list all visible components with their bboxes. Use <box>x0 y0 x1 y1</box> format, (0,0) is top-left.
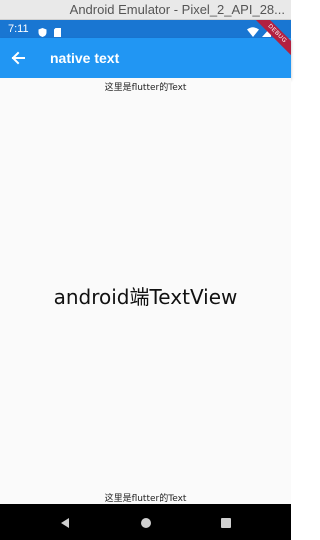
emulator-title-bar: Android Emulator - Pixel_2_API_28... <box>0 0 291 20</box>
emulator-title: Android Emulator - Pixel_2_API_28... <box>69 2 285 17</box>
flutter-text-top: 这里是flutter的Text <box>104 83 187 93</box>
native-text-view: android端TextView <box>53 285 238 309</box>
debug-banner: DEBUG <box>251 20 291 60</box>
shield-icon <box>38 24 47 37</box>
page-title: native text <box>50 50 120 66</box>
debug-banner-label: DEBUG <box>252 20 291 59</box>
content-area: 这里是flutter的Text android端TextView 这里是flut… <box>0 78 291 504</box>
navigation-bar <box>0 504 291 540</box>
back-arrow-icon[interactable] <box>6 46 30 70</box>
nav-home-icon[interactable] <box>139 515 153 529</box>
status-time: 7:11 <box>8 23 29 35</box>
flutter-text-bottom: 这里是flutter的Text <box>104 494 187 504</box>
nav-back-icon[interactable] <box>58 515 72 529</box>
app-bar: native text <box>0 38 291 78</box>
sd-card-icon <box>53 24 62 37</box>
status-bar: 7:11 <box>0 20 291 38</box>
nav-recents-icon[interactable] <box>219 515 233 529</box>
